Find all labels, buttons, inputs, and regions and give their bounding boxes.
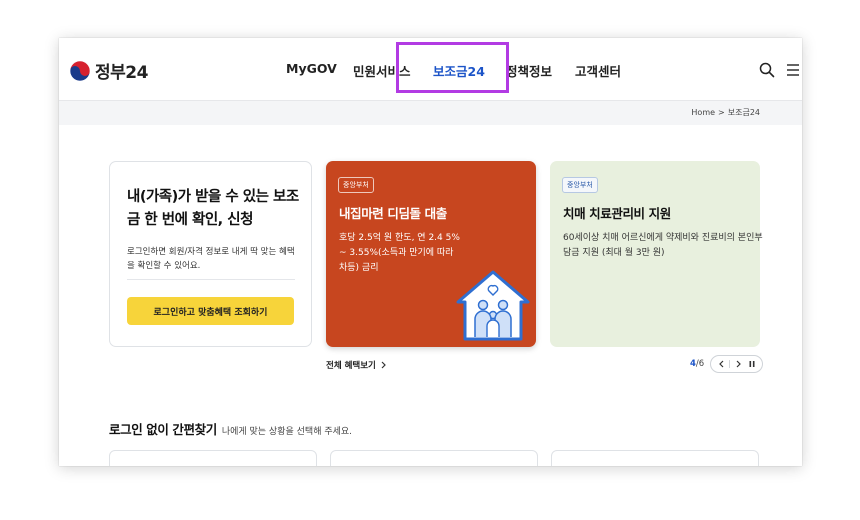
breadcrumb: Home > 보조금24 <box>691 107 760 118</box>
pause-icon <box>749 361 755 367</box>
quick-search-card[interactable] <box>551 450 759 466</box>
next-slide-button[interactable] <box>732 358 744 370</box>
pause-button[interactable] <box>746 358 758 370</box>
page-counter: 4/6 <box>690 359 704 369</box>
pager-controls <box>710 355 764 373</box>
nav-subsidy24[interactable]: 보조금24 <box>433 61 485 80</box>
slide-card-home-loan[interactable]: 중앙부처 내집마련 디딤돌 대출 호당 2.5억 원 한도, 연 2.4 5% … <box>326 161 536 347</box>
breadcrumb-home[interactable]: Home <box>691 108 715 117</box>
breadcrumb-bar: Home > 보조금24 <box>59 100 802 125</box>
quick-search-card[interactable] <box>109 450 317 466</box>
family-house-icon <box>456 270 530 341</box>
login-card-title: 내(가족)가 받을 수 있는 보조금 한 번에 확인, 신청 <box>127 189 299 228</box>
prev-slide-button[interactable] <box>715 358 727 370</box>
login-card-description: 로그인하면 회원/자격 정보로 내게 딱 맞는 혜택을 확인할 수 있어요. <box>127 247 295 271</box>
slide-title: 치매 치료관리비 지원 <box>563 206 671 221</box>
nav-policy-info[interactable]: 정책정보 <box>506 61 552 80</box>
total-pages: 6 <box>698 359 705 369</box>
breadcrumb-current: 보조금24 <box>727 108 760 117</box>
all-benefits-link[interactable]: 전체 혜택보기 <box>326 359 387 371</box>
nav-civil-service[interactable]: 민원서비스 <box>353 61 411 80</box>
login-card: 내(가족)가 받을 수 있는 보조금 한 번에 확인, 신청 로그인하면 회원/… <box>109 161 312 347</box>
slide-description: 60세이상 치매 어르신에게 약제비와 진료비의 본인부담금 지원 (최대 월 … <box>563 233 763 258</box>
site-header: 정부24 MyGOV 민원서비스 보조금24 정책정보 고객센터 <box>59 38 802 100</box>
nav-customer-center[interactable]: 고객센터 <box>575 61 621 80</box>
browser-window: 정부24 MyGOV 민원서비스 보조금24 정책정보 고객센터 Home > … <box>59 38 802 466</box>
divider <box>127 279 295 280</box>
login-benefit-button[interactable]: 로그인하고 맞춤혜택 조회하기 <box>127 297 294 325</box>
chevron-right-icon <box>736 360 741 368</box>
slide-title: 내집마련 디딤돌 대출 <box>339 206 447 221</box>
category-badge: 중앙부처 <box>562 177 598 193</box>
quick-search-heading: 로그인 없이 간편찾기 나에게 맞는 상황을 선택해 주세요. <box>109 419 352 438</box>
breadcrumb-separator: > <box>718 108 725 117</box>
quick-search-subtitle: 나에게 맞는 상황을 선택해 주세요. <box>221 427 353 437</box>
quick-search-card[interactable] <box>330 450 538 466</box>
menu-icon[interactable] <box>786 63 800 77</box>
category-badge: 중앙부처 <box>338 177 374 193</box>
slide-card-dementia[interactable]: 중앙부처 치매 치료관리비 지원 60세이상 치매 어르신에게 약제비와 진료비… <box>550 161 763 347</box>
slide-description: 호당 2.5억 원 한도, 연 2.4 5% ~ 3.55%(소득과 만기에 따… <box>339 233 460 273</box>
main-nav: MyGOV 민원서비스 보조금24 정책정보 고객센터 <box>59 61 802 79</box>
chevron-right-icon <box>381 361 386 369</box>
search-icon[interactable] <box>759 62 775 78</box>
slide-pager: 4/6 <box>690 355 764 373</box>
quick-search-title: 로그인 없이 간편찾기 <box>109 422 217 437</box>
divider <box>729 360 731 368</box>
all-benefits-label: 전체 혜택보기 <box>326 361 376 371</box>
nav-mygov[interactable]: MyGOV <box>286 61 337 76</box>
chevron-left-icon <box>718 360 724 368</box>
